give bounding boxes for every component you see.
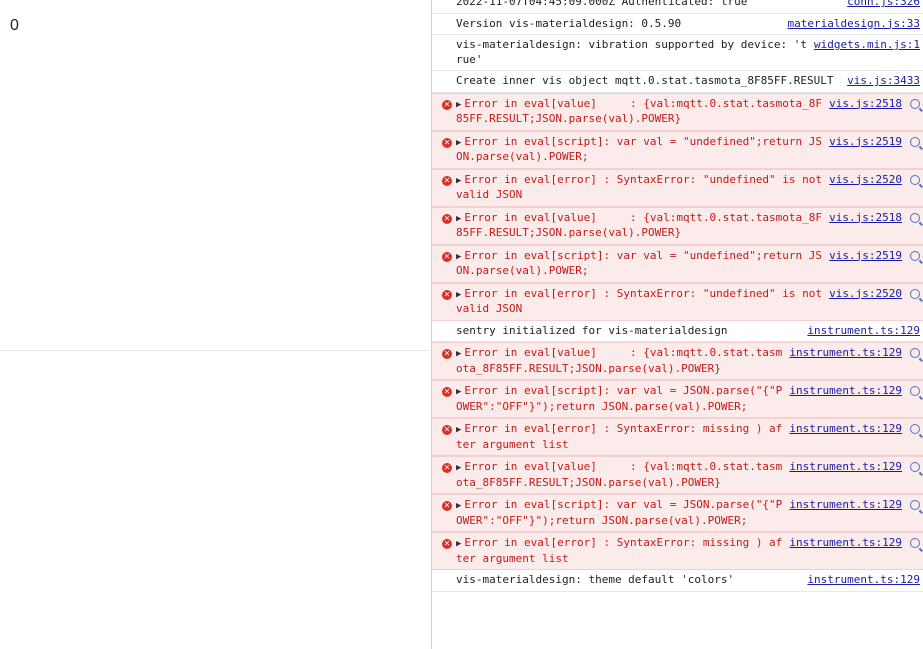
console-error-message: ✕ instrument.ts:129 ▶ Error in eval[script]… [432,494,923,532]
message-body: vis-materialdesign: theme default 'color… [456,573,735,586]
console-error-message: ✕ instrument.ts:129 ▶ Error in eval[error] … [432,418,923,456]
expand-triangle-icon[interactable]: ▶ [456,387,461,397]
search-icon[interactable] [910,348,920,358]
message-body: Error in eval[error] : SyntaxError: "und… [456,286,829,316]
console-error-message: ✕ instrument.ts:129 ▶ Error in eval[script]… [432,380,923,418]
console-messages: conn.js:326 2022-11-07T04:45:09.000Z Auth… [432,0,923,592]
source-link[interactable]: instrument.ts:129 [789,346,902,361]
console-error-message: ✕ instrument.ts:129 ▶ Error in eval[value] … [432,342,923,380]
console-error-message: ✕ vis.js:2519 ▶ Error in eval[script]: var … [432,130,923,169]
console-error-message: ✕ vis.js:2520 ▶ Error in eval[error] : Synt… [432,282,923,321]
message-body: Error in eval[script]: var val = JSON.pa… [456,498,783,527]
source-link[interactable]: vis.js:2520 [829,287,902,302]
source-link[interactable]: instrument.ts:129 [789,422,902,437]
source-link[interactable]: instrument.ts:129 [789,536,902,551]
expand-triangle-icon[interactable]: ▶ [456,463,461,473]
source-link[interactable]: instrument.ts:129 [807,324,920,339]
source-link[interactable]: widgets.min.js:1 [814,38,920,53]
message-body: Create inner vis object mqtt.0.stat.tasm… [456,74,834,87]
expand-triangle-icon[interactable]: ▶ [456,501,461,511]
source-link[interactable]: instrument.ts:129 [789,460,902,475]
error-icon: ✕ [442,349,452,359]
source-link[interactable]: vis.js:2519 [829,135,902,150]
expand-triangle-icon[interactable]: ▶ [456,176,461,186]
expand-triangle-icon[interactable]: ▶ [456,539,461,549]
console-error-message: ✕ vis.js:2519 ▶ Error in eval[script]: var … [432,244,923,283]
search-icon[interactable] [910,500,920,510]
expand-triangle-icon[interactable]: ▶ [456,100,461,110]
error-icon: ✕ [442,137,452,148]
search-icon[interactable] [910,174,920,185]
search-icon[interactable] [910,136,920,147]
error-icon: ✕ [442,213,452,224]
message-body: Error in eval[error] : SyntaxError: "und… [456,172,829,202]
message-body: Error in eval[error] : SyntaxError: miss… [456,536,783,565]
source-link[interactable]: materialdesign.js:33 [788,17,920,32]
source-link[interactable]: vis.js:2520 [829,173,902,188]
console-log-message: conn.js:326 2022-11-07T04:45:09.000Z Auth… [432,0,923,14]
message-body: Error in eval[script]: var val = "undefi… [456,134,823,164]
devtools-console[interactable]: conn.js:326 2022-11-07T04:45:09.000Z Auth… [431,0,923,649]
message-body: Error in eval[error] : SyntaxError: miss… [456,422,783,451]
search-icon[interactable] [910,98,920,109]
expand-triangle-icon[interactable]: ▶ [456,425,461,435]
console-log-message: vis.js:3433 Create inner vis object mqtt.… [432,71,923,93]
error-icon: ✕ [442,501,452,511]
source-link[interactable]: vis.js:3433 [847,74,920,89]
search-icon[interactable] [910,538,920,548]
search-icon[interactable] [910,288,920,299]
expand-triangle-icon[interactable]: ▶ [456,138,461,148]
expand-triangle-icon[interactable]: ▶ [456,290,461,300]
console-error-message: ✕ instrument.ts:129 ▶ Error in eval[error] … [432,532,923,570]
console-log-message: widgets.min.js:1 vis-materialdesign: vibr… [432,35,923,71]
source-link[interactable]: vis.js:2519 [829,249,902,264]
message-body: Version vis-materialdesign: 0.5.90 [456,16,682,30]
console-log-message: instrument.ts:129 sentry initialized for … [432,321,923,342]
error-icon: ✕ [442,425,452,435]
console-error-message: ✕ vis.js:2520 ▶ Error in eval[error] : Synt… [432,168,923,207]
error-icon: ✕ [442,463,452,473]
message-body: vis-materialdesign: vibration supported … [456,38,807,66]
message-body: Error in eval[value] : {val:mqtt.0.stat.… [456,460,783,489]
message-body: Error in eval[value] : {val:mqtt.0.stat.… [456,346,783,375]
console-error-message: ✕ vis.js:2518 ▶ Error in eval[value] : {val… [432,92,923,131]
source-link[interactable]: vis.js:2518 [829,97,902,112]
expand-triangle-icon[interactable]: ▶ [456,214,461,224]
source-link[interactable]: vis.js:2518 [829,211,902,226]
message-body: 2022-11-07T04:45:09.000Z Authenticated: … [456,0,748,8]
console-error-message: ✕ vis.js:2518 ▶ Error in eval[value] : {val… [432,206,923,245]
message-body: sentry initialized for vis-materialdesig… [456,323,728,337]
message-body: Error in eval[script]: var val = "undefi… [456,248,823,278]
message-body: Error in eval[script]: var val = JSON.pa… [456,384,783,413]
source-link[interactable]: instrument.ts:129 [789,384,902,399]
value-display: 0 [10,17,19,34]
source-link[interactable]: instrument.ts:129 [789,498,902,513]
source-link[interactable]: conn.js:326 [847,0,920,10]
console-log-message: instrument.ts:129 vis-materialdesign: the… [432,570,923,592]
message-body: Error in eval[value] : {val:mqtt.0.stat.… [456,210,823,240]
expand-triangle-icon[interactable]: ▶ [456,349,461,359]
error-icon: ✕ [442,539,452,549]
search-icon[interactable] [910,424,920,434]
source-link[interactable]: instrument.ts:129 [807,573,920,588]
search-icon[interactable] [910,250,920,261]
expand-triangle-icon[interactable]: ▶ [456,252,461,262]
search-icon[interactable] [910,386,920,396]
console-log-message: materialdesign.js:33 Version vis-material… [432,14,923,35]
message-body: Error in eval[value] : {val:mqtt.0.stat.… [456,96,823,126]
page-viewport: 0 [0,0,430,351]
error-icon: ✕ [442,175,452,186]
console-error-message: ✕ instrument.ts:129 ▶ Error in eval[value] … [432,456,923,494]
error-icon: ✕ [442,251,452,262]
error-icon: ✕ [442,387,452,397]
search-icon[interactable] [910,212,920,223]
search-icon[interactable] [910,462,920,472]
error-icon: ✕ [442,99,452,110]
error-icon: ✕ [442,289,452,300]
